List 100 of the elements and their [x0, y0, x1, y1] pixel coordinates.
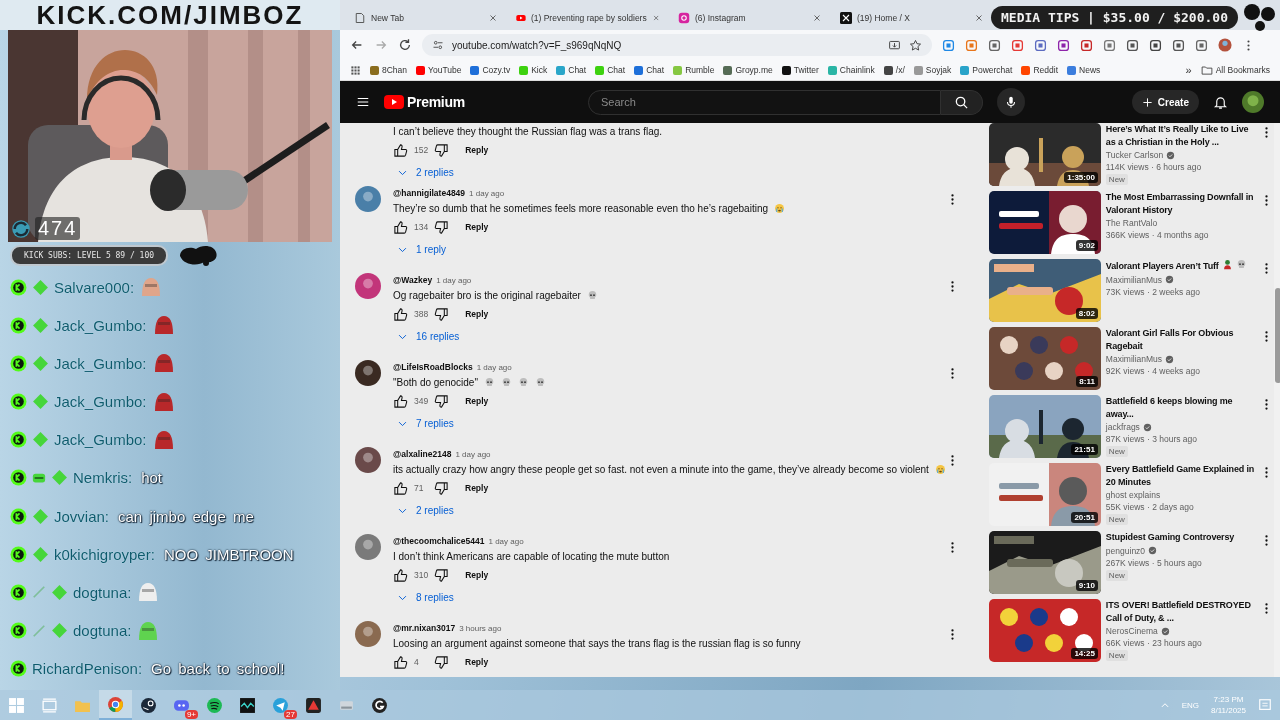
video-title[interactable]: Valorant Girl Falls For Obvious Ragebait	[1105, 327, 1255, 352]
comment-time[interactable]: 1 day ago	[469, 188, 505, 198]
scrollbar-thumb[interactable]	[1274, 288, 1280, 383]
reply-button[interactable]: Reply	[455, 220, 499, 234]
more-bookmarks-button[interactable]: »	[1185, 64, 1192, 76]
avatar[interactable]	[355, 360, 381, 386]
spotify-icon[interactable]	[206, 696, 223, 714]
create-button[interactable]: Create	[1131, 90, 1199, 114]
steam-icon[interactable]	[140, 696, 157, 714]
channel-name[interactable]: ghost explains	[1105, 489, 1161, 501]
channel-name[interactable]: Tucker Carlson	[1105, 149, 1164, 161]
menu-icon[interactable]	[356, 95, 370, 109]
extension-icon[interactable]	[1034, 38, 1047, 52]
reload-icon[interactable]	[398, 38, 412, 52]
comment-author[interactable]: @alxaline2148	[393, 449, 452, 459]
like-icon[interactable]	[393, 654, 408, 670]
mic-icon[interactable]	[1004, 95, 1018, 109]
bookmark[interactable]: YouTube	[416, 65, 462, 75]
comment-time[interactable]: 1 day ago	[455, 449, 491, 459]
paper-plane-icon[interactable]	[272, 696, 289, 714]
extension-icon[interactable]	[1057, 38, 1070, 52]
video-title[interactable]: Valorant Players Aren’t Tuff	[1105, 260, 1219, 273]
video-title[interactable]: Here’s What It’s Really Like to Live as a Christian in the Holy ...	[1105, 123, 1255, 148]
like-icon[interactable]	[393, 142, 408, 158]
dislike-icon[interactable]	[434, 219, 450, 235]
channel-name[interactable]: MaximilianMus	[1105, 353, 1163, 365]
search-field[interactable]: Search	[588, 89, 941, 115]
replies-toggle[interactable]: 7 replies	[393, 412, 454, 434]
extension-icon[interactable]	[1195, 38, 1208, 52]
comment-author[interactable]: @mr.nixan3017	[393, 623, 456, 633]
browser-tab[interactable]: (19) Home / X	[834, 6, 990, 30]
close-icon[interactable]	[651, 13, 660, 23]
logitech-g-icon[interactable]	[371, 696, 388, 714]
plus-icon[interactable]	[1141, 96, 1153, 108]
like-icon[interactable]	[393, 393, 408, 409]
bookmark[interactable]: Cozy.tv	[470, 65, 511, 75]
extension-icon[interactable]	[1126, 38, 1139, 52]
comment-time[interactable]: 1 day ago	[476, 362, 512, 372]
dislike-icon[interactable]	[434, 306, 450, 322]
bookmark[interactable]: News	[1067, 65, 1101, 75]
channel-name[interactable]: NerosCinema	[1105, 625, 1158, 637]
comment-time[interactable]: 1 day ago	[488, 536, 524, 546]
voice-search-button[interactable]	[997, 88, 1025, 116]
back-icon[interactable]	[350, 38, 364, 52]
video-title[interactable]: Battlefield 6 keeps blowing me away...	[1105, 395, 1255, 420]
bookmark[interactable]: Powerchat	[960, 65, 1013, 75]
avatar[interactable]	[1242, 91, 1264, 113]
scrollbar[interactable]	[1273, 123, 1280, 677]
bookmark[interactable]: Kick	[519, 65, 548, 75]
bookmark[interactable]: /x/	[883, 65, 905, 75]
dislike-icon[interactable]	[434, 654, 449, 670]
replies-toggle[interactable]: 2 replies	[393, 161, 454, 183]
channel-name[interactable]: penguinz0	[1105, 544, 1146, 557]
search-icon[interactable]	[954, 94, 969, 110]
close-icon[interactable]	[488, 13, 498, 23]
bookmark[interactable]: Soyjak	[913, 65, 952, 75]
replies-toggle[interactable]: 16 replies	[393, 325, 460, 347]
comment-time[interactable]: 3 hours ago	[459, 623, 502, 633]
site-info-icon[interactable]	[432, 39, 444, 51]
close-icon[interactable]	[812, 13, 822, 23]
dislike-icon[interactable]	[434, 480, 449, 496]
like-icon[interactable]	[393, 219, 408, 235]
avatar[interactable]	[355, 447, 381, 473]
extension-icon[interactable]	[1080, 38, 1093, 52]
extension-icon[interactable]	[1103, 38, 1116, 52]
triangle-app-icon[interactable]	[305, 696, 322, 714]
windows-start-icon[interactable]	[8, 696, 25, 714]
profile-avatar-icon[interactable]	[1218, 38, 1232, 52]
reply-button[interactable]: Reply	[455, 143, 499, 157]
youtube-logo-icon[interactable]	[384, 95, 404, 109]
bell-icon[interactable]	[1213, 94, 1228, 110]
video-title[interactable]: The Most Embarrassing Downfall in Valorant History	[1105, 191, 1255, 216]
reply-button[interactable]: Reply	[455, 481, 499, 495]
search-button[interactable]	[941, 89, 983, 115]
browser-tab[interactable]: (6) Instagram	[672, 6, 828, 30]
channel-name[interactable]: MaximilianMus	[1105, 273, 1163, 286]
dislike-icon[interactable]	[434, 567, 450, 583]
extension-icon[interactable]	[988, 38, 1001, 52]
bookmark[interactable]: Chat	[634, 65, 665, 75]
extension-icon[interactable]	[1149, 38, 1162, 52]
bookmark[interactable]: 8Chan	[370, 65, 408, 75]
reply-button[interactable]: Reply	[455, 568, 499, 582]
dislike-icon[interactable]	[434, 393, 450, 409]
reply-button[interactable]: Reply	[455, 394, 499, 408]
bookmark[interactable]: Chat	[595, 65, 626, 75]
bookmark[interactable]: Reddit	[1021, 65, 1059, 75]
comment-time[interactable]: 1 day ago	[436, 275, 472, 285]
reply-button[interactable]: Reply	[455, 307, 499, 321]
chrome-icon[interactable]	[107, 695, 124, 713]
browser-tab[interactable]: New Tab	[348, 6, 504, 30]
video-title[interactable]: Stupidest Gaming Controversy	[1105, 531, 1235, 544]
channel-name[interactable]: jackfrags	[1105, 421, 1140, 433]
bookmark[interactable]: Chainlink	[827, 65, 875, 75]
bookmark[interactable]: Groyp.me	[723, 65, 773, 75]
bookmark[interactable]: Twitter	[781, 65, 819, 75]
channel-name[interactable]: The RantValo	[1105, 217, 1158, 229]
bookmark[interactable]: Rumble	[673, 65, 715, 75]
like-icon[interactable]	[393, 567, 408, 583]
replies-toggle[interactable]: 1 reply	[393, 238, 446, 260]
waveform-app-icon[interactable]	[239, 696, 256, 714]
